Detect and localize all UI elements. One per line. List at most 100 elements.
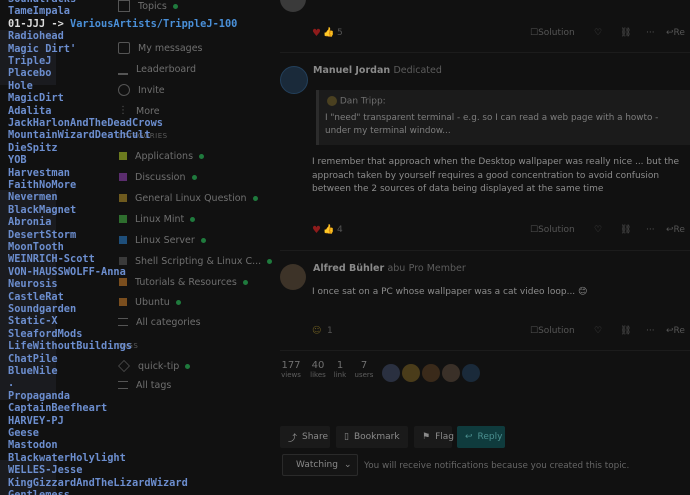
avatar	[280, 264, 306, 290]
terminal-line: Geese	[8, 427, 39, 439]
reply-button[interactable]: ↩ Reply	[457, 426, 505, 448]
terminal-line: .	[8, 377, 15, 390]
reply-button[interactable]: ↩ Re	[666, 326, 685, 336]
link-icon[interactable]: ⛓	[620, 326, 631, 336]
post-actions: ♥ 👍 5 ☐ Solution ♡ ⛓ ··· ↩ Re	[312, 28, 690, 42]
terminal-line: Neurosis	[8, 278, 58, 291]
terminal-line: BlackMagnet	[8, 203, 77, 216]
terminal-line: HARVEY-PJ	[8, 414, 64, 427]
terminal-line: WEINRICH-Scott	[8, 253, 95, 266]
notification-reason: You will receive notifications because y…	[364, 461, 630, 471]
like-button[interactable]: ♡	[594, 28, 602, 38]
stat-users: 7 users	[354, 360, 374, 379]
post-author[interactable]: Manuel Jordan Dedicated	[313, 65, 442, 76]
reply-button[interactable]: ↩ Re	[666, 28, 685, 38]
like-count: 4	[337, 225, 343, 235]
terminal-line: LifeWithoutBuildings	[8, 340, 132, 353]
new-dot	[267, 258, 273, 264]
participant-avatar[interactable]	[382, 364, 400, 382]
terminal-line: DesertStorm	[8, 228, 77, 241]
heart-icon[interactable]: ♥	[312, 225, 321, 236]
terminal-line: SleafordMods	[8, 327, 83, 340]
terminal-line: Static-X	[8, 315, 58, 328]
terminal-line: Gentlemess	[8, 489, 70, 495]
link-icon[interactable]: ⛓	[620, 28, 631, 38]
heart-icon[interactable]: ♥	[312, 28, 321, 39]
terminal-line: TripleJ	[8, 55, 52, 67]
solution-button[interactable]: ☐ Solution	[530, 28, 575, 38]
terminal-line: MountainWizardDeathCult	[8, 129, 151, 142]
terminal-line: Mastodon	[8, 439, 58, 452]
terminal-line: Soundgarden	[8, 303, 77, 315]
bookmark-icon: ▯	[344, 432, 349, 442]
terminal-line: YOB	[8, 154, 27, 167]
terminal-line: BlueNile	[8, 365, 58, 377]
avatar	[327, 96, 337, 106]
reply-button[interactable]: ↩ Re	[666, 225, 685, 235]
quote-text: I "need" transparent terminal - e.g. so …	[325, 113, 659, 136]
terminal-line: Nevermen	[8, 191, 58, 204]
terminal-line: KingGizzardAndTheLizardWizard	[8, 476, 188, 489]
participant-avatar[interactable]	[402, 364, 420, 382]
terminal-line: TameImpala	[8, 5, 70, 18]
terminal-line: MoonTooth	[8, 241, 64, 253]
terminal-line: VON-HAUSSWOLFF-Anna	[8, 265, 126, 278]
bookmark-button[interactable]: ▯ Bookmark	[336, 426, 408, 448]
terminal-line: Abronia	[8, 216, 52, 229]
terminal-line: MagicDirt	[8, 92, 64, 105]
post-actions: ☺ 1 ☐ Solution ♡ ⛓ ··· ↩ Re	[312, 326, 690, 340]
share-icon: ⤴	[288, 433, 298, 444]
more-icon[interactable]: ···	[646, 28, 655, 38]
participant-avatar[interactable]	[422, 364, 440, 382]
terminal-line: CaptainBeefheart	[8, 402, 108, 415]
terminal-line: DieSpitz	[8, 141, 58, 154]
topic-content: ♥ 👍 5 ☐ Solution ♡ ⛓ ··· ↩ Re Manuel Jor…	[280, 0, 690, 495]
participant-avatar[interactable]	[462, 364, 480, 382]
link-icon[interactable]: ⛓	[620, 225, 631, 235]
solution-button[interactable]: ☐ Solution	[530, 326, 575, 336]
notification-dropdown[interactable]: Watching ⌄	[282, 454, 358, 476]
divider	[280, 350, 690, 351]
terminal-line: Propaganda	[8, 389, 70, 402]
chevron-down-icon: ⌄	[343, 460, 352, 470]
terminal-line: 01-JJJ -> VariousArtists/TrippleJ-100	[8, 17, 238, 30]
avatar	[280, 0, 306, 12]
transparent-terminal[interactable]: SoundtracksTameImpala01-JJJ -> VariousAr…	[0, 0, 260, 495]
smile-emoji-icon: ☺	[312, 326, 322, 336]
terminal-line: ChatPile	[8, 352, 58, 365]
terminal-line: Adalita	[8, 104, 52, 117]
post-text: I remember that approach when the Deskto…	[312, 157, 679, 194]
divider	[280, 250, 690, 251]
terminal-line: BlackwaterHolylight	[8, 451, 126, 464]
participant-avatar[interactable]	[442, 364, 460, 382]
quote-block: Dan Tripp: I "need" transparent terminal…	[316, 90, 690, 145]
share-button[interactable]: ⤴ Share	[280, 426, 330, 448]
terminal-line: Magic Dirt'	[8, 42, 77, 55]
post-text: I once sat on a PC whose wallpaper was a…	[312, 287, 588, 297]
like-emoji-icon: 👍	[323, 28, 335, 38]
divider	[280, 52, 690, 53]
terminal-line: Hole	[8, 79, 33, 92]
stat-views: 177 views	[281, 360, 301, 379]
terminal-line: Harvestman	[8, 166, 70, 179]
avatar	[280, 66, 308, 94]
more-icon[interactable]: ···	[646, 225, 655, 235]
more-icon[interactable]: ···	[646, 326, 655, 336]
like-button[interactable]: ♡	[594, 225, 602, 235]
solution-button[interactable]: ☐ Solution	[530, 225, 575, 235]
terminal-line: Radiohead	[8, 30, 64, 43]
quote-author: Dan Tripp:	[327, 96, 386, 107]
terminal-line: CastleRat	[8, 290, 64, 303]
flag-button[interactable]: ⚑ Flag	[414, 426, 454, 448]
like-count: 1	[327, 326, 333, 336]
like-button[interactable]: ♡	[594, 326, 602, 336]
terminal-line: JackHarlonAndTheDeadCrows	[8, 117, 163, 129]
post-author[interactable]: Alfred Bühler abu Pro Member	[313, 263, 466, 274]
like-count: 5	[337, 28, 343, 38]
post-actions: ♥ 👍 4 ☐ Solution ♡ ⛓ ··· ↩ Re	[312, 225, 690, 239]
flag-icon: ⚑	[422, 432, 431, 442]
terminal-line: Placebo	[8, 67, 52, 80]
like-emoji-icon: 👍	[323, 225, 335, 235]
terminal-line: WELLES-Jesse	[8, 464, 83, 477]
terminal-line: FaithNoMore	[8, 179, 77, 191]
